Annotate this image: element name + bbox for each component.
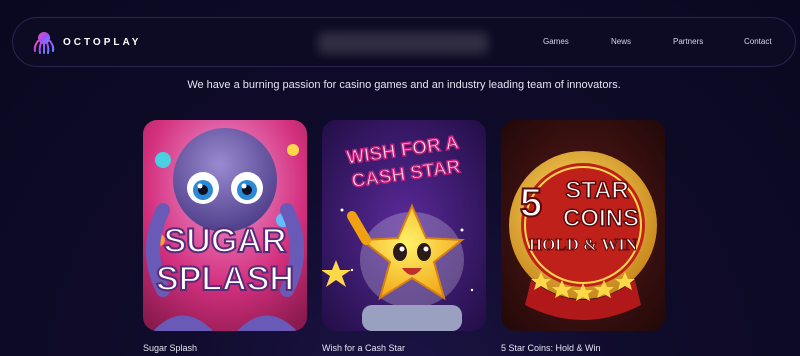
game-card-5-star-coins[interactable]: 5 STAR COINS HOLD & WIN 5 Star Coins: Ho… (501, 120, 665, 353)
art-text-line-3: HOLD & WIN (529, 235, 638, 254)
top-navbar: OCTOPLAY Games News Partners Contact (12, 17, 796, 67)
sugar-splash-artwork: SUGAR SPLASH (143, 120, 307, 331)
art-text-number: 5 (520, 181, 542, 225)
nav-link-partners[interactable]: Partners (673, 37, 703, 46)
game-card-wish-for-a-cash-star[interactable]: WISH FOR A CASH STAR Wish for a Cash Sta… (322, 120, 486, 353)
game-thumbnail[interactable]: 5 STAR COINS HOLD & WIN (501, 120, 665, 331)
game-thumbnail[interactable]: WISH FOR A CASH STAR (322, 120, 486, 331)
game-title[interactable]: Wish for a Cash Star (322, 343, 486, 353)
game-title[interactable]: Sugar Splash (143, 343, 307, 353)
game-title[interactable]: 5 Star Coins: Hold & Win (501, 343, 665, 353)
cash-star-artwork: WISH FOR A CASH STAR (322, 120, 486, 331)
main-nav: Games News Partners Contact (13, 18, 795, 68)
art-text-line-2: SPLASH (156, 260, 294, 298)
game-card-sugar-splash[interactable]: SUGAR SPLASH Sugar Splash (143, 120, 307, 353)
star-coins-artwork: 5 STAR COINS HOLD & WIN (501, 120, 665, 331)
art-text-line-2: COINS (563, 205, 639, 232)
tagline: We have a burning passion for casino gam… (187, 79, 621, 91)
art-text-line-1: SUGAR (164, 222, 287, 260)
game-thumbnail[interactable]: SUGAR SPLASH (143, 120, 307, 331)
nav-link-contact[interactable]: Contact (744, 37, 772, 46)
nav-link-games[interactable]: Games (543, 37, 569, 46)
nav-link-news[interactable]: News (611, 37, 631, 46)
art-text-line-1: STAR (565, 177, 629, 204)
